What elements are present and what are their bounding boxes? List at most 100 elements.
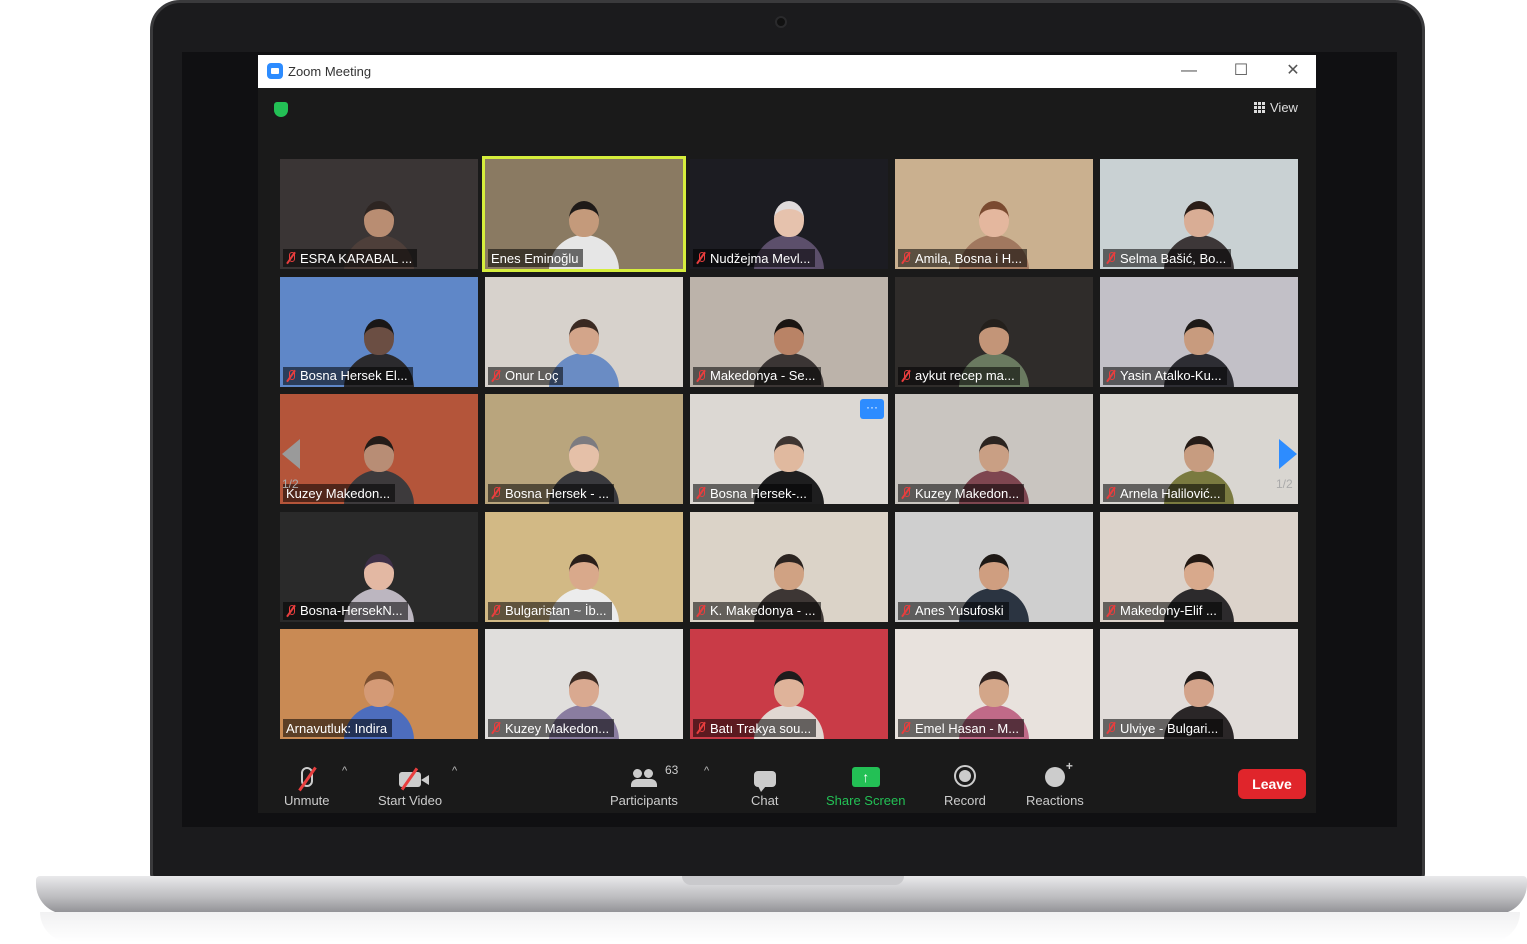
participant-nameplate: Anes Yusufoski	[898, 601, 1009, 620]
view-label: View	[1270, 100, 1298, 115]
participant-nameplate: K. Makedonya - ...	[693, 601, 821, 620]
previous-page-arrow-icon[interactable]	[282, 439, 300, 469]
participant-name: K. Makedonya - ...	[710, 603, 816, 618]
participant-name: Bosna-HersekN...	[300, 603, 403, 618]
participant-tile[interactable]: Makedonya - Se...	[690, 276, 888, 387]
participant-tile[interactable]: Kuzey Makedon...	[485, 629, 683, 739]
participant-nameplate: Selma Bašić, Bo...	[1103, 249, 1232, 267]
leave-button[interactable]: Leave	[1238, 769, 1306, 799]
view-button[interactable]: View	[1254, 100, 1298, 115]
participant-tile[interactable]: Enes Eminoğlu	[482, 156, 686, 272]
muted-mic-icon	[491, 604, 501, 617]
reactions-button[interactable]: Reactions	[1026, 759, 1084, 808]
participant-nameplate: Bosna Hersek - ...	[488, 484, 615, 502]
muted-mic-icon	[1106, 252, 1116, 264]
participant-name: Amila, Bosna i H...	[915, 250, 1022, 266]
laptop-shadow	[40, 912, 1520, 942]
share-screen-icon: ↑	[851, 767, 880, 787]
record-label: Record	[944, 793, 986, 808]
maximize-button[interactable]: ☐	[1228, 60, 1254, 82]
muted-mic-icon	[901, 722, 911, 734]
participants-caret-icon[interactable]: ^	[704, 765, 709, 777]
reactions-label: Reactions	[1026, 793, 1084, 808]
gallery-view: Ulviye - Bulgari... Emel Hasan - M... Batı…	[280, 156, 1300, 745]
participant-tile[interactable]: Makedony-Elif ...	[1100, 511, 1298, 622]
audio-options-caret-icon[interactable]: ^	[342, 765, 347, 777]
participant-tile[interactable]: Anes Yusufoski	[895, 511, 1093, 622]
participant-nameplate: Makedony-Elif ...	[1103, 601, 1222, 620]
page-indicator-right: 1/2	[1276, 477, 1293, 491]
participant-name: Selma Bašić, Bo...	[1120, 250, 1227, 266]
share-screen-button[interactable]: ↑ Share Screen	[826, 761, 906, 808]
participant-name: Bosna Hersek El...	[300, 368, 408, 383]
chat-icon	[753, 771, 776, 792]
participant-tile[interactable]: ESRA KARABAL ...	[280, 159, 478, 269]
muted-mic-icon	[696, 722, 706, 734]
participant-name: Kuzey Makedon...	[286, 485, 391, 501]
zoom-window: Zoom Meeting — ☐ ✕ View Ulviye - Bulgari…	[258, 55, 1316, 813]
record-icon	[953, 765, 976, 787]
participant-nameplate: Ulviye - Bulgari...	[1103, 719, 1224, 737]
muted-mic-icon	[696, 604, 706, 617]
participant-tile[interactable]: Selma Bašić, Bo...	[1100, 159, 1298, 269]
reactions-icon	[1044, 759, 1073, 787]
share-screen-label: Share Screen	[826, 793, 906, 808]
participant-tile[interactable]: Nudžejma Mevl...	[690, 159, 888, 269]
more-options-button[interactable]: ···	[860, 399, 884, 419]
muted-mic-icon	[901, 487, 911, 499]
participants-button[interactable]: 63 Participants	[610, 761, 678, 808]
participant-tile[interactable]: Batı Trakya sou...	[690, 629, 888, 739]
minimize-button[interactable]: —	[1176, 60, 1202, 82]
next-page-arrow-icon[interactable]	[1279, 439, 1297, 469]
participant-name: Batı Trakya sou...	[710, 720, 812, 736]
participant-nameplate: Nudžejma Mevl...	[693, 249, 816, 267]
muted-mic-icon	[901, 252, 911, 264]
participant-nameplate: Arnela Halilović...	[1103, 484, 1226, 502]
participant-nameplate: ESRA KARABAL ...	[283, 249, 418, 267]
participant-tile[interactable]: Bosna Hersek El...	[280, 276, 478, 387]
participant-name: Bosna Hersek - ...	[505, 485, 610, 501]
participant-name: Emel Hasan - M...	[915, 720, 1020, 736]
participant-tile[interactable]: Onur Loç	[485, 276, 683, 387]
participant-tile[interactable]: Arnela Halilović...	[1100, 394, 1298, 504]
participant-tile[interactable]: Emel Hasan - M...	[895, 629, 1093, 739]
participant-nameplate: Emel Hasan - M...	[898, 719, 1025, 737]
chat-button[interactable]: Chat	[751, 761, 778, 808]
participant-tile[interactable]: Kuzey Makedon...	[895, 394, 1093, 504]
participant-name: ESRA KARABAL ...	[300, 250, 413, 266]
muted-mic-icon	[696, 252, 706, 264]
participant-tile[interactable]: Amila, Bosna i H...	[895, 159, 1093, 269]
participant-nameplate: Kuzey Makedon...	[283, 484, 396, 502]
participant-name: Nudžejma Mevl...	[710, 250, 811, 266]
participant-tile[interactable]: Yasin Atalko-Ku...	[1100, 276, 1298, 387]
participant-tile[interactable]: K. Makedonya - ...	[690, 511, 888, 622]
muted-mic-icon	[491, 487, 501, 499]
participant-name: Ulviye - Bulgari...	[1120, 720, 1219, 736]
participant-tile[interactable]: Bulgaristan ~ İb...	[485, 511, 683, 622]
participant-tile[interactable]: Arnavutluk: Indira	[280, 629, 478, 739]
security-shield-icon[interactable]	[274, 102, 288, 117]
participant-tile[interactable]: Bosna Hersek-...	[690, 394, 888, 504]
participants-label: Participants	[610, 793, 678, 808]
participant-tile[interactable]: Ulviye - Bulgari...	[1100, 629, 1298, 739]
participant-tile[interactable]: Bosna-HersekN...	[280, 511, 478, 622]
video-options-caret-icon[interactable]: ^	[452, 765, 457, 777]
muted-mic-icon	[1106, 369, 1116, 382]
participant-nameplate: Bosna Hersek El...	[283, 366, 413, 385]
participant-tile[interactable]: Bosna Hersek - ...	[485, 394, 683, 504]
muted-mic-icon	[901, 369, 911, 382]
webcam-icon	[775, 16, 787, 28]
muted-mic-icon	[286, 604, 296, 617]
participant-tile[interactable]: Kuzey Makedon...	[280, 394, 478, 504]
participants-icon	[630, 769, 657, 787]
window-title: Zoom Meeting	[288, 64, 372, 79]
microphone-muted-icon	[300, 767, 313, 787]
participant-tile[interactable]: aykut recep ma...	[895, 276, 1093, 387]
muted-mic-icon	[286, 369, 296, 382]
record-button[interactable]: Record	[944, 761, 986, 808]
participant-name: Bulgaristan ~ İb...	[505, 603, 607, 618]
unmute-button[interactable]: Unmute	[284, 761, 330, 808]
start-video-button[interactable]: Start Video	[378, 761, 442, 808]
close-button[interactable]: ✕	[1280, 60, 1306, 82]
start-video-label: Start Video	[378, 793, 443, 808]
